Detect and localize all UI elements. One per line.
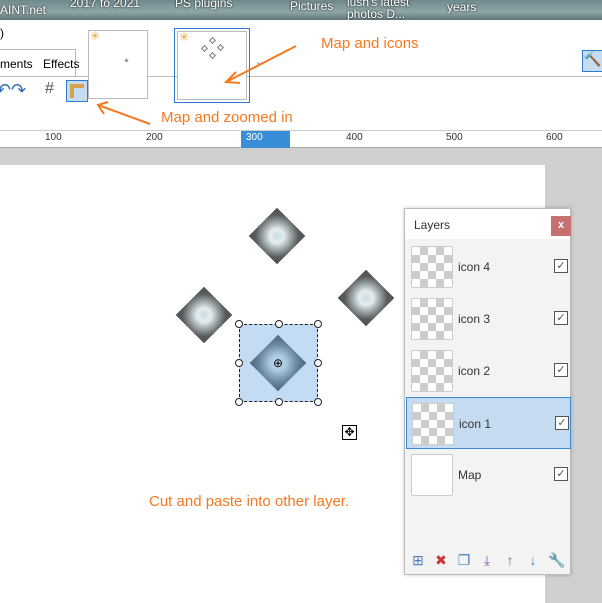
resize-handle[interactable] — [235, 320, 243, 328]
resize-handle[interactable] — [275, 320, 283, 328]
layers-toolbar: ⊞ ✖ ❐ ⤓ ↑ ↓ 🔧 — [405, 549, 570, 575]
duplicate-layer-icon[interactable]: ❐ — [456, 552, 472, 568]
layers-title: Layers — [414, 218, 451, 232]
annotation-cut-paste: Cut and paste into other layer. — [149, 493, 350, 510]
resize-handle[interactable] — [314, 320, 322, 328]
layer-name: icon 1 — [459, 417, 492, 431]
layer-name: icon 4 — [458, 260, 491, 274]
layer-visibility-checkbox[interactable]: ✓ — [554, 259, 568, 273]
layers-title-bar[interactable]: Layers — [405, 209, 570, 239]
layer-name: icon 3 — [458, 312, 491, 326]
resize-handle[interactable] — [314, 359, 322, 367]
move-center-icon[interactable]: ⊕ — [273, 356, 283, 370]
layer-thumbnail — [411, 350, 453, 392]
layer-thumbnail — [411, 298, 453, 340]
move-up-icon[interactable]: ↑ — [502, 552, 518, 568]
layer-thumbnail — [411, 454, 453, 496]
layer-thumbnail — [411, 246, 453, 288]
horizontal-ruler: 100 200 300 400 500 600 — [0, 130, 602, 148]
add-layer-icon[interactable]: ⊞ — [410, 552, 426, 568]
layer-row[interactable]: icon 4 ✓ — [406, 241, 571, 293]
close-button[interactable]: x — [551, 216, 571, 236]
delete-layer-icon[interactable]: ✖ — [433, 552, 449, 568]
resize-handle[interactable] — [235, 359, 243, 367]
resize-handle[interactable] — [314, 398, 322, 406]
layer-name: icon 2 — [458, 364, 491, 378]
selection-box[interactable]: ⊕ — [235, 320, 322, 406]
resize-handle[interactable] — [235, 398, 243, 406]
move-cursor-icon: ✥ — [342, 425, 357, 440]
move-down-icon[interactable]: ↓ — [525, 552, 541, 568]
merge-down-icon[interactable]: ⤓ — [479, 552, 495, 568]
layer-visibility-checkbox[interactable]: ✓ — [555, 416, 569, 430]
layer-visibility-checkbox[interactable]: ✓ — [554, 467, 568, 481]
layer-row[interactable]: icon 3 ✓ — [406, 293, 571, 345]
layer-thumbnail — [412, 403, 454, 445]
layer-name: Map — [458, 468, 482, 482]
layer-row[interactable]: icon 1 ✓ — [406, 397, 571, 449]
layer-row[interactable]: Map ✓ — [406, 449, 571, 501]
layer-row[interactable]: icon 2 ✓ — [406, 345, 571, 397]
layer-visibility-checkbox[interactable]: ✓ — [554, 311, 568, 325]
resize-handle[interactable] — [275, 398, 283, 406]
properties-icon[interactable]: 🔧 — [548, 552, 565, 568]
layer-visibility-checkbox[interactable]: ✓ — [554, 363, 568, 377]
layers-panel: Layers x icon 4 ✓ icon 3 ✓ icon 2 ✓ icon 1 ✓ Map… — [404, 208, 571, 575]
